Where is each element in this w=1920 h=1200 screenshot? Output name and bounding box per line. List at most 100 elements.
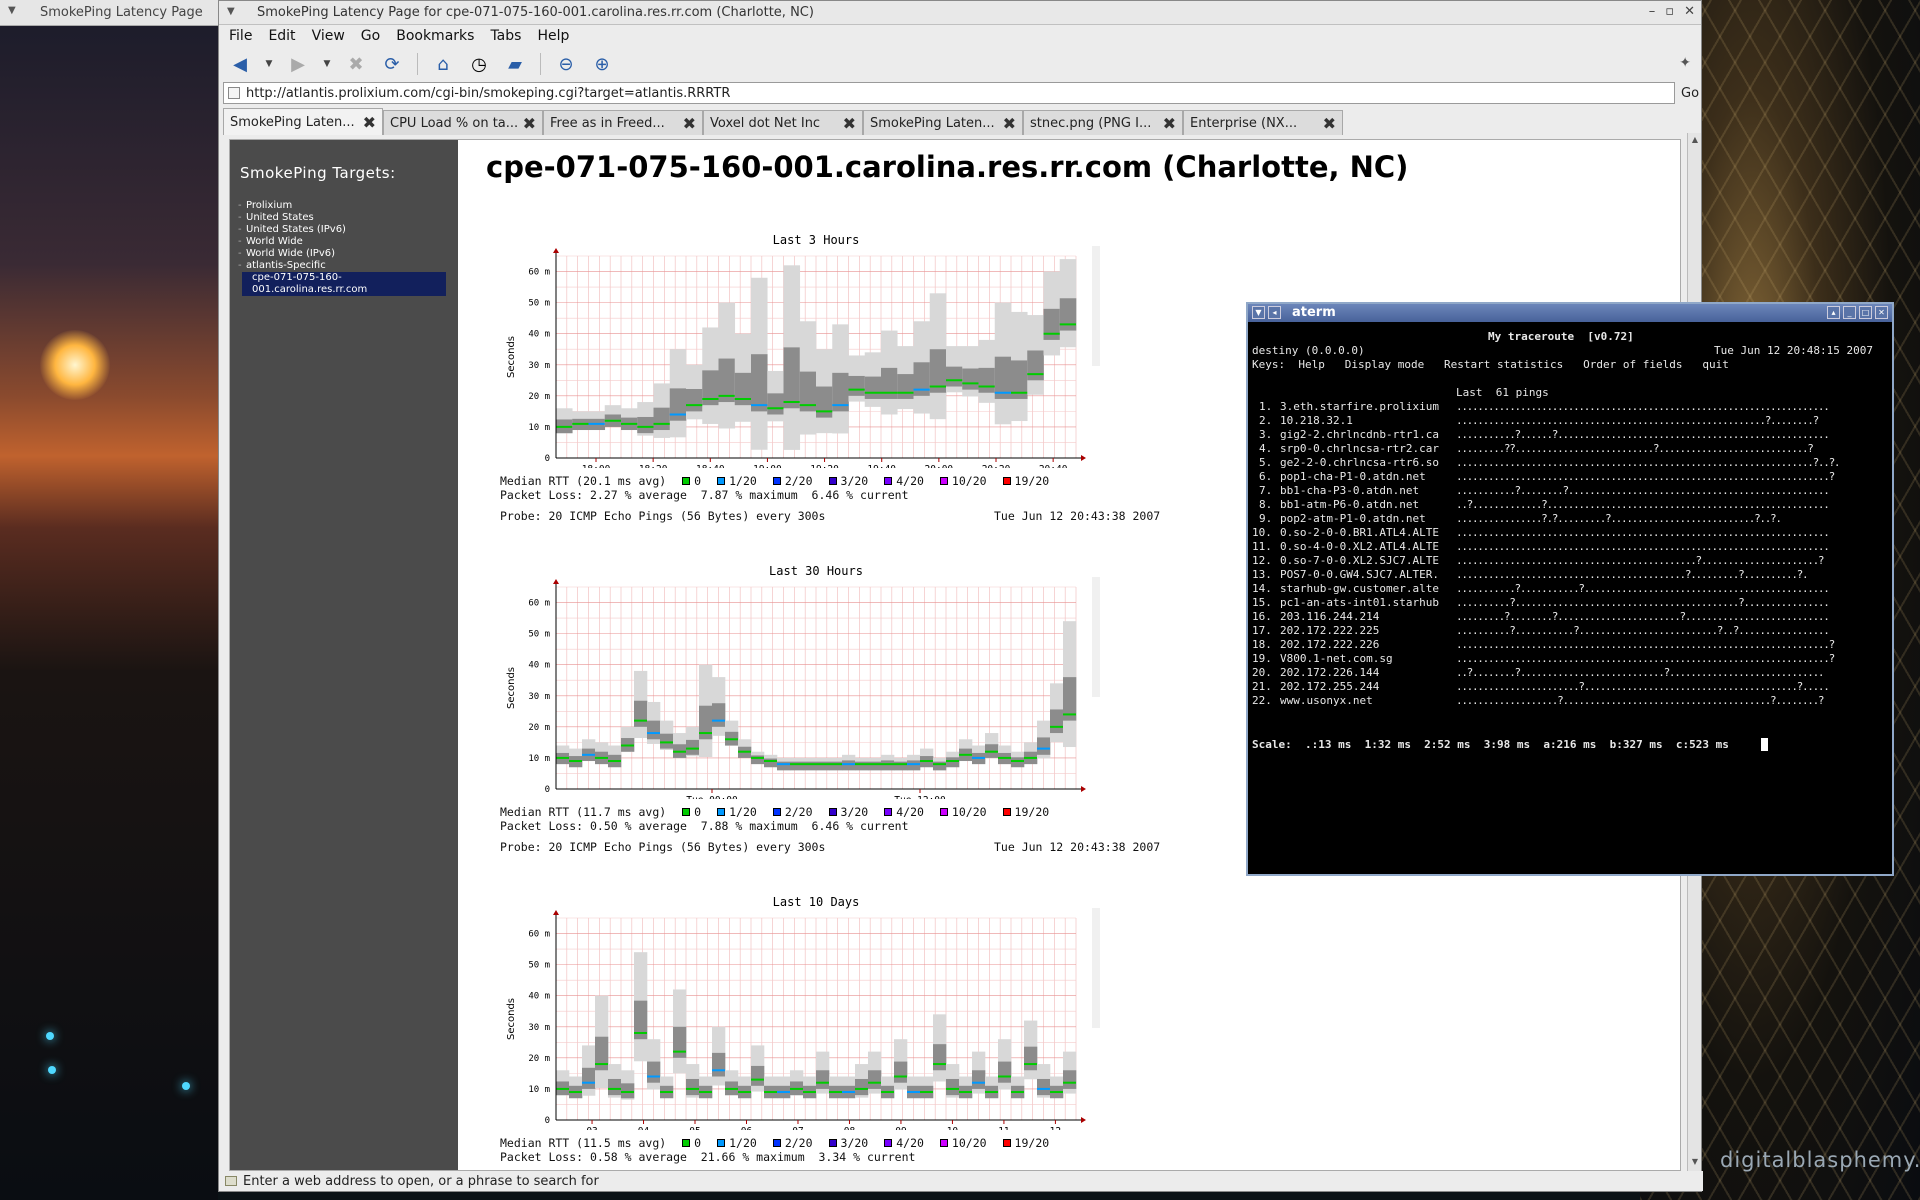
scroll-up-icon[interactable]: ▲ bbox=[1689, 135, 1701, 147]
smoke-inner bbox=[673, 1026, 687, 1058]
aterm-close-icon[interactable]: ✕ bbox=[1875, 306, 1888, 319]
tab-close-icon[interactable]: ✖ bbox=[1323, 114, 1336, 133]
smoke-inner bbox=[764, 758, 778, 768]
menu-go[interactable]: Go bbox=[361, 28, 380, 44]
y-tick-label: 0 bbox=[545, 454, 550, 464]
history-icon[interactable]: ◷ bbox=[466, 51, 492, 77]
terminal-screen[interactable]: My traceroute [v0.72] destiny (0.0.0.0) … bbox=[1250, 326, 1890, 872]
target-link-selected[interactable]: cpe-071-075-160-001.carolina.res.rr.com bbox=[242, 272, 446, 296]
target-link[interactable]: Prolixium bbox=[238, 200, 458, 212]
tab-stnec-png[interactable]: stnec.png (PNG I... ✖ bbox=[1023, 110, 1183, 135]
tab-voxel[interactable]: Voxel dot Net Inc ✖ bbox=[703, 110, 863, 135]
minimize-icon[interactable]: – bbox=[1649, 4, 1656, 19]
mtr-hop-pings: ..........?...........?.................… bbox=[1456, 624, 1830, 637]
menu-bookmarks[interactable]: Bookmarks bbox=[396, 28, 474, 44]
mtr-hop-host: V800.1-net.com.sg bbox=[1280, 652, 1393, 665]
mtr-header: My traceroute [v0.72] bbox=[1488, 330, 1634, 343]
x-axis-arrow bbox=[1081, 786, 1086, 792]
maximize-icon[interactable]: ▫ bbox=[1665, 4, 1674, 19]
mtr-hop-host: 202.172.222.225 bbox=[1280, 624, 1380, 637]
legend-label: 10/20 bbox=[951, 1136, 987, 1150]
menu-view[interactable]: View bbox=[312, 28, 345, 44]
y-tick-label: 40 m bbox=[528, 661, 550, 671]
back-icon[interactable]: ◀ bbox=[227, 51, 253, 77]
scroll-down-icon[interactable]: ▼ bbox=[1689, 1157, 1701, 1169]
smoke-inner bbox=[751, 1065, 765, 1086]
tab-close-icon[interactable]: ✖ bbox=[523, 114, 536, 133]
tab-close-icon[interactable]: ✖ bbox=[683, 114, 696, 133]
mtr-hop-pings: ...................?....................… bbox=[1456, 694, 1825, 707]
mtr-keys: Keys: Help Display mode Restart statisti… bbox=[1252, 358, 1729, 371]
target-link[interactable]: United States bbox=[238, 212, 458, 224]
target-link[interactable]: World Wide bbox=[238, 236, 458, 248]
address-field[interactable]: http://atlantis.prolixium.com/cgi-bin/sm… bbox=[223, 82, 1675, 104]
legend-label: 3/20 bbox=[840, 805, 869, 819]
smoke-inner bbox=[864, 376, 882, 399]
target-link[interactable]: United States (IPv6) bbox=[238, 224, 458, 236]
smoke-inner bbox=[868, 761, 882, 771]
smoke-inner bbox=[816, 1070, 830, 1089]
aterm-titlebar[interactable]: ▼ ◂ aterm ▴ _ □ ✕ bbox=[1248, 304, 1892, 322]
window-titlebar[interactable]: ▼ SmokePing Latency Page for cpe-071-075… bbox=[219, 1, 1701, 25]
aterm-minimize-icon[interactable]: _ bbox=[1843, 306, 1856, 319]
tab-free-as-in-freedom[interactable]: Free as in Freed... ✖ bbox=[543, 110, 703, 135]
tab-close-icon[interactable]: ✖ bbox=[843, 114, 856, 133]
graph-last-30-hours: Last 30 Hours Seconds 0 10 m 20 m 30 m 40 m 50 … bbox=[500, 559, 1200, 879]
toolbar-separator bbox=[417, 53, 418, 75]
zoom-in-icon[interactable]: ⊕ bbox=[589, 51, 615, 77]
home-icon[interactable]: ⌂ bbox=[430, 51, 456, 77]
legend-row: Median RTT (11.5 ms avg) 0 1/20 2/20 3/20 4/2… bbox=[500, 1136, 1049, 1150]
close-icon[interactable]: ✕ bbox=[1684, 4, 1695, 19]
y-tick-label: 10 m bbox=[528, 423, 550, 433]
mtr-hop-host: gig2-2.chrlncdnb-rtr1.ca bbox=[1280, 428, 1439, 441]
legend-swatch bbox=[717, 808, 726, 816]
aterm-window[interactable]: ▼ ◂ aterm ▴ _ □ ✕ My traceroute [v0.72] … bbox=[1246, 302, 1894, 876]
mtr-hop-pings: ........................................… bbox=[1456, 652, 1835, 665]
y-tick-label: 50 m bbox=[528, 630, 550, 640]
window-menu-icon[interactable]: ▼ bbox=[227, 6, 235, 17]
smoke-inner bbox=[1024, 1046, 1038, 1071]
aterm-maximize-icon[interactable]: □ bbox=[1859, 306, 1872, 319]
legend-swatch bbox=[884, 1139, 893, 1147]
aterm-pin-icon[interactable]: ◂ bbox=[1268, 306, 1281, 319]
aterm-menu-icon[interactable]: ▼ bbox=[1252, 306, 1265, 319]
tab-close-icon[interactable]: ✖ bbox=[1163, 114, 1176, 133]
go-button[interactable]: Go bbox=[1681, 86, 1699, 101]
tab-close-icon[interactable]: ✖ bbox=[363, 113, 376, 132]
forward-icon[interactable]: ▶ bbox=[285, 51, 311, 77]
mtr-hop-host: pc1-an-ats-int01.starhub bbox=[1280, 596, 1439, 609]
menu-file[interactable]: File bbox=[229, 28, 252, 44]
aterm-shade-icon[interactable]: ▴ bbox=[1827, 306, 1840, 319]
bookmarks-icon[interactable]: ▰ bbox=[502, 51, 528, 77]
legend-header: Median RTT (20.1 ms avg) bbox=[500, 474, 667, 488]
tab-close-icon[interactable]: ✖ bbox=[1003, 114, 1016, 133]
forward-history-icon[interactable]: ▼ bbox=[321, 51, 333, 77]
menu-help[interactable]: Help bbox=[537, 28, 569, 44]
smoke-inner bbox=[621, 1083, 635, 1099]
stop-icon[interactable]: ✖ bbox=[343, 51, 369, 77]
legend-label: 19/20 bbox=[1014, 474, 1050, 488]
target-link[interactable]: atlantis-Specific bbox=[238, 260, 458, 272]
window-menu-icon[interactable]: ▼ bbox=[8, 5, 16, 16]
background-window[interactable]: ▼ SmokePing Latency Page bbox=[0, 0, 218, 26]
menu-edit[interactable]: Edit bbox=[268, 28, 295, 44]
tab-smokeping-2[interactable]: SmokePing Laten... ✖ bbox=[863, 110, 1023, 135]
zoom-out-icon[interactable]: ⊖ bbox=[553, 51, 579, 77]
legend-swatch bbox=[1002, 808, 1011, 816]
menu-tabs[interactable]: Tabs bbox=[490, 28, 521, 44]
tab-cpu-load[interactable]: CPU Load % on ta... ✖ bbox=[383, 110, 543, 135]
x-axis-arrow bbox=[1081, 455, 1086, 461]
mtr-hop-number: 4. bbox=[1259, 442, 1273, 455]
mtr-hop-pings: ..........?.............................… bbox=[1456, 596, 1830, 609]
mtr-hop-number: 7. bbox=[1259, 484, 1273, 497]
packet-loss-row: Packet Loss: 0.58 % average 21.66 % maxi… bbox=[500, 1150, 916, 1164]
x-tick-label: 18:20 bbox=[639, 464, 668, 468]
y-axis-label: Seconds bbox=[506, 998, 517, 1040]
security-icon bbox=[225, 1176, 237, 1186]
target-link[interactable]: World Wide (IPv6) bbox=[238, 248, 458, 260]
back-history-icon[interactable]: ▼ bbox=[263, 51, 275, 77]
tab-enterprise[interactable]: Enterprise (NX... ✖ bbox=[1183, 110, 1343, 135]
tab-smokeping-1[interactable]: SmokePing Laten... ✖ bbox=[223, 108, 383, 135]
reload-icon[interactable]: ⟳ bbox=[379, 51, 405, 77]
mtr-hop-pings: ..?.............?.......................… bbox=[1456, 498, 1830, 511]
